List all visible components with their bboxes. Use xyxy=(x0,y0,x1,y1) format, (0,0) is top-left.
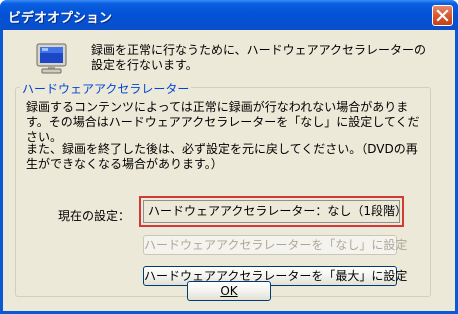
description-paragraph-1: 録画するコンテンツによっては正常に録画が行なわれない場合があります。その場合はハ… xyxy=(26,100,420,144)
window-title: ビデオオプション xyxy=(8,11,113,26)
current-setting-label: 現在の設定： xyxy=(58,209,131,223)
ok-button[interactable]: OK xyxy=(187,281,271,301)
dialog-window: ビデオオプション 録画を正常に行なうために、ハードウェアアクセラレーターの設定を… xyxy=(0,0,458,314)
ok-button-label: OK xyxy=(220,284,238,298)
title-bar[interactable]: ビデオオプション xyxy=(0,0,458,30)
intro-text: 録画を正常に行なうために、ハードウェアアクセラレーターの設定を行ないます。 xyxy=(91,43,427,72)
description-paragraph-2: また、録画を終了した後は、必ず設定を元に戻してください。（DVDの再生ができなく… xyxy=(26,142,418,171)
set-none-button: ハードウェアアクセラレーターを「なし」に設定 xyxy=(143,235,407,255)
close-icon xyxy=(436,9,449,22)
monitor-icon xyxy=(35,43,69,78)
dialog-client-area: 録画を正常に行なうために、ハードウェアアクセラレーターの設定を行ないます。 ハー… xyxy=(3,30,455,311)
hardware-accel-groupbox: ハードウェアアクセラレーター 録画するコンテンツによっては正常に録画が行なわれな… xyxy=(15,80,431,297)
groupbox-legend: ハードウェアアクセラレーター xyxy=(20,80,192,97)
current-setting-highlight: ハードウェアアクセラレーター：なし（1段階） xyxy=(139,196,407,227)
close-button[interactable] xyxy=(432,5,453,26)
current-setting-value: ハードウェアアクセラレーター：なし（1段階） xyxy=(143,200,407,223)
